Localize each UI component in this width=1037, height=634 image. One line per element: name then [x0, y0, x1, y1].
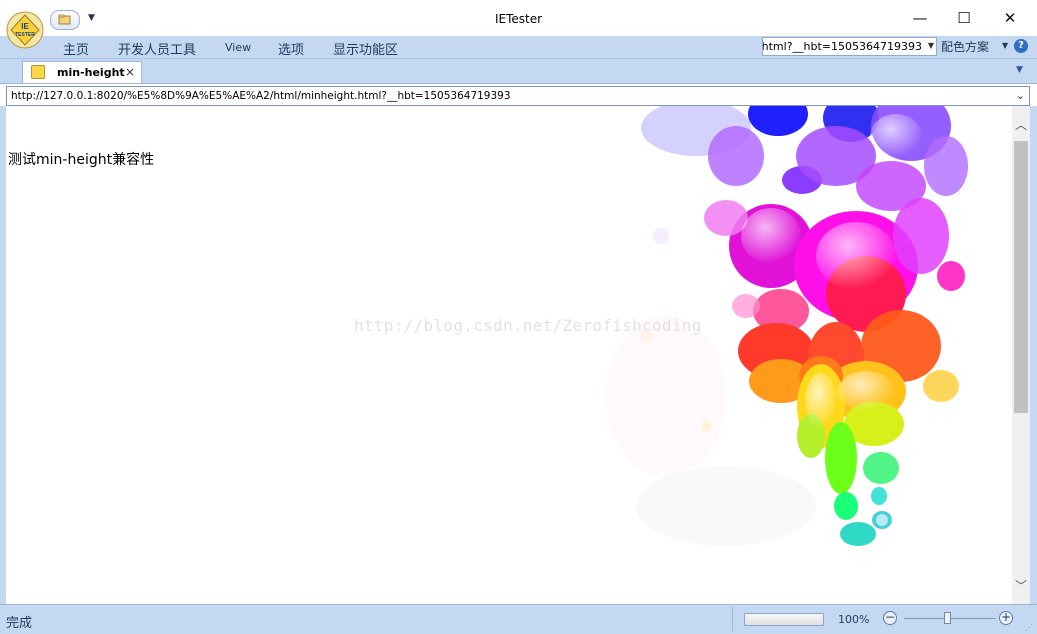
tab-close-icon[interactable]: ×	[125, 65, 135, 79]
ribbon-menu: 主页 开发人员工具 View 选项 显示功能区 ght.html?__hbt=1…	[0, 36, 1037, 59]
maximize-button[interactable]: ☐	[942, 4, 986, 32]
help-icon[interactable]: ?	[1014, 39, 1028, 53]
status-bar: 完成 100% − + ⋰	[0, 604, 1037, 634]
tab-label: min-height	[57, 66, 125, 79]
menu-view[interactable]: View	[225, 41, 251, 54]
address-bar[interactable]: http://127.0.0.1:8020/%E5%8D%9A%E5%AE%A2…	[6, 86, 1030, 106]
zoom-level: 100%	[838, 613, 870, 626]
ietester-window: IE TESTER ▼ IETester — ☐ ✕ 主页 开发人员工具 Vie…	[0, 0, 1037, 634]
url-combo-value: ght.html?__hbt=1505364719393	[762, 40, 922, 53]
minimize-button[interactable]: —	[898, 4, 942, 32]
chevron-down-icon[interactable]: ⌄	[1016, 89, 1025, 102]
page-viewport: 测试min-height兼容性 http://blog.csdn.net/Zer…	[6, 106, 1012, 604]
scroll-up-icon[interactable]: ︿	[1012, 116, 1030, 133]
title-bar: IE TESTER ▼ IETester — ☐ ✕	[0, 0, 1037, 49]
color-scheme-menu[interactable]: 配色方案	[941, 38, 989, 55]
vertical-scrollbar[interactable]: ︿ ﹀	[1012, 106, 1030, 604]
menu-developer-tools[interactable]: 开发人员工具	[118, 39, 196, 58]
address-url: http://127.0.0.1:8020/%E5%8D%9A%E5%AE%A2…	[11, 90, 511, 102]
frame-right-border	[1030, 106, 1037, 604]
status-text: 完成	[6, 616, 33, 631]
zoom-in-button[interactable]: +	[999, 611, 1013, 625]
menu-show-ribbon[interactable]: 显示功能区	[333, 39, 398, 58]
zoom-out-button[interactable]: −	[883, 611, 897, 625]
page-heading-text: 测试min-height兼容性	[8, 152, 155, 168]
ietester-logo-icon[interactable]: IE TESTER	[6, 11, 44, 49]
resize-grip-icon[interactable]: ⋰	[1025, 623, 1033, 632]
url-combo-box[interactable]: ght.html?__hbt=1505364719393 ▼	[762, 37, 937, 56]
scrollbar-thumb[interactable]	[1014, 141, 1028, 413]
menu-home[interactable]: 主页	[63, 39, 89, 58]
colorful-bubbles-background-image	[606, 106, 968, 546]
tab-list-dropdown-icon[interactable]: ▼	[1016, 65, 1023, 75]
chevron-down-icon[interactable]: ▼	[1002, 41, 1008, 50]
status-separator	[732, 607, 733, 631]
svg-text:TESTER: TESTER	[15, 32, 35, 38]
scroll-down-icon[interactable]: ﹀	[1012, 577, 1030, 594]
menu-options[interactable]: 选项	[278, 39, 304, 58]
close-button[interactable]: ✕	[988, 4, 1032, 32]
zoom-slider-thumb[interactable]	[944, 612, 951, 624]
watermark-text: http://blog.csdn.net/Zerofishcoding	[354, 316, 702, 335]
chevron-down-icon: ▼	[927, 41, 934, 50]
svg-text:IE: IE	[21, 22, 29, 31]
tab-strip: min-height × ▼	[0, 59, 1037, 84]
ie-page-icon	[31, 65, 45, 79]
progress-bar	[744, 613, 824, 626]
window-title: IETester	[494, 12, 543, 26]
tab-min-height[interactable]: min-height ×	[22, 61, 142, 83]
